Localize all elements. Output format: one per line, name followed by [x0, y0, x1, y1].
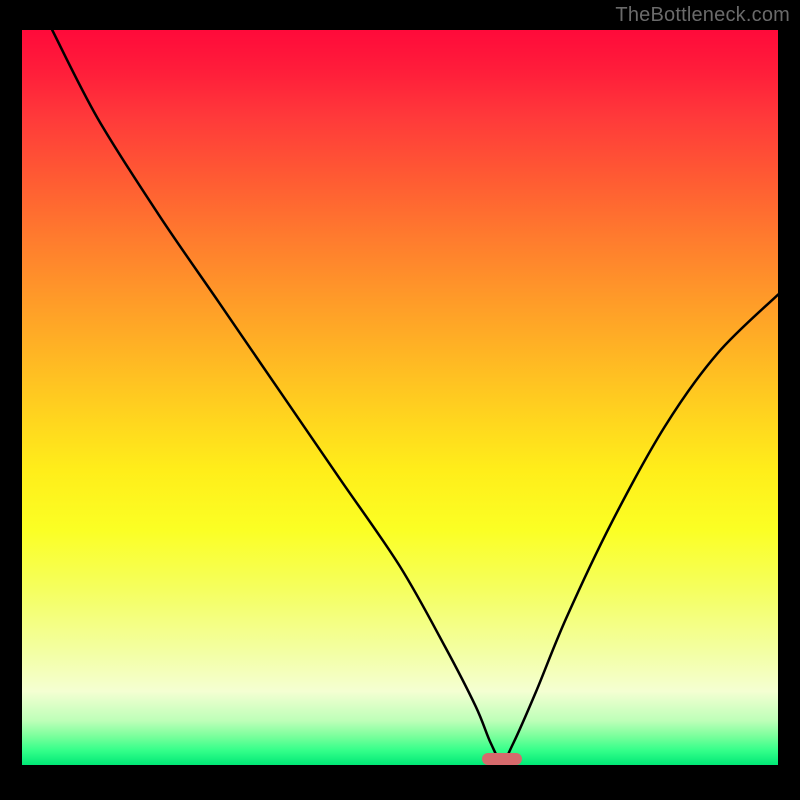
- optimal-marker: [482, 753, 522, 765]
- chart-frame: TheBottleneck.com: [0, 0, 800, 800]
- bottleneck-curve: [22, 30, 778, 765]
- watermark-text: TheBottleneck.com: [615, 4, 790, 27]
- plot-area: [22, 30, 778, 765]
